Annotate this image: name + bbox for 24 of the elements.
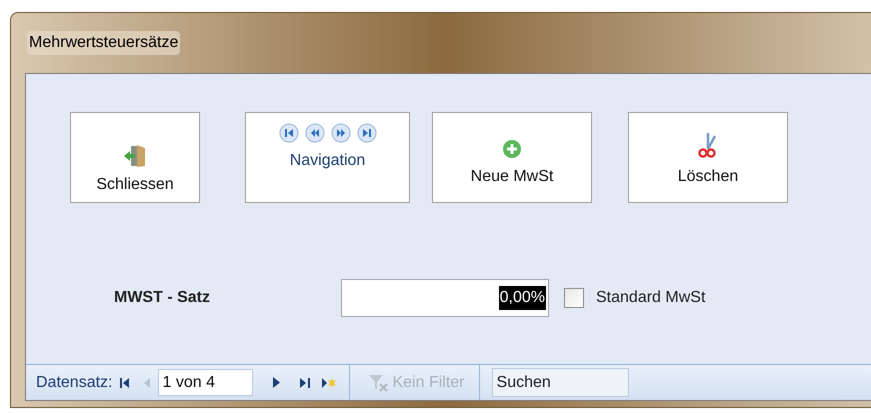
first-icon [278,123,298,143]
window-title: Mehrwertsteuersätze [27,31,180,55]
door-exit-icon [123,145,147,167]
toolbar-button[interactable]: Navigation [245,112,410,203]
record-position-field[interactable]: 1 von 4 [158,369,254,396]
first-record-icon[interactable] [120,376,130,388]
input-field[interactable]: 0,00% [341,279,549,317]
new-record-icon[interactable] [322,376,338,388]
filter-icon [368,374,388,392]
last-icon [356,123,376,143]
toolbar-button[interactable]: Löschen [628,112,788,203]
last-record-icon[interactable] [300,376,310,388]
record-label: Datensatz: [36,372,112,392]
field-label: MWST - Satz [114,288,211,308]
search-field[interactable]: Suchen [492,368,629,397]
toolbar-button[interactable]: Neue MwSt [432,112,592,203]
next-record-icon[interactable] [273,377,280,388]
next-icon [330,123,350,143]
previous-icon [304,123,324,143]
checkbox[interactable] [564,288,584,308]
checkbox-label: Standard MwSt [596,288,706,308]
plus-circle-icon [502,139,522,159]
toolbar-button[interactable]: Schliessen [70,112,200,203]
scissors-icon [698,133,718,159]
